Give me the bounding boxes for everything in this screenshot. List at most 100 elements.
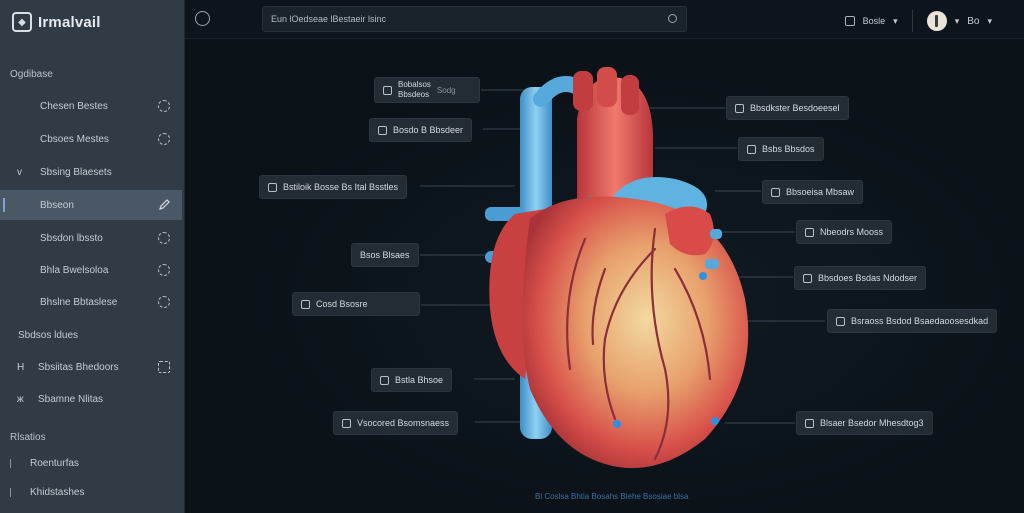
sidebar-item-label: Sbsiitas Bhedoors (38, 361, 119, 373)
sidebar-subitem-2[interactable]: ж Sbamne Nlitas (0, 384, 182, 414)
anatomy-label-9[interactable]: Bbsoeisa Mbsaw (762, 180, 864, 204)
logo-icon: ◆ (12, 12, 32, 32)
label-icon (771, 187, 780, 197)
label-icon (805, 227, 814, 237)
sidebar-bottom-item-0[interactable]: Roenturfas (10, 458, 79, 469)
label-icon (805, 418, 814, 428)
label-text: Blsaer Bsedor Mhesdtog3 (820, 418, 924, 428)
app-logo[interactable]: ◆ Irmalvail (12, 12, 101, 32)
label-icon (803, 273, 812, 283)
anatomy-label-5[interactable]: Bstla Bhsoe (371, 368, 453, 392)
sidebar-item-label: Sbsing Blaesets (40, 166, 112, 178)
hash-icon: H (17, 361, 25, 373)
bar-icon (10, 459, 14, 468)
label-text: Bsraoss Bsdod Bsaedaoosesdkad (851, 316, 989, 326)
sidebar-item-label: Bbseon (40, 199, 74, 211)
settings-icon (158, 232, 170, 244)
globe-icon[interactable] (195, 11, 210, 26)
label-icon (268, 182, 277, 192)
sidebar-item-6[interactable]: Bhslne Bbtaslese (0, 287, 182, 317)
sidebar-item-2[interactable]: v Sbsing Blaesets (0, 157, 182, 187)
anatomy-label-1[interactable]: Bosdo B Bbsdeer (369, 118, 473, 142)
sidebar-item-5[interactable]: Bhla Bwelsoloa (0, 255, 182, 285)
anatomy-label-3[interactable]: Bsos Blsaes (351, 243, 419, 267)
sidebar-item-label: Sbdsos ldues (18, 329, 79, 341)
sidebar-bottom-item-1[interactable]: Khidstashes (10, 487, 84, 498)
sidebar-item-label: Bhla Bwelsoloa (40, 264, 109, 276)
label-text: Cosd Bsosre (316, 299, 368, 309)
label-text: Bstiloik Bosse Bs Ital Bsstles (283, 182, 399, 192)
bar-icon (10, 488, 14, 497)
chevron-down-icon[interactable]: ▾ (955, 16, 960, 27)
anatomy-viewer[interactable]: Bobalsos Bbsdeos Sodg Bosdo B Bbsdeer Bs… (185, 39, 1024, 513)
label-text: Bosdo B Bbsdeer (393, 125, 464, 135)
label-icon (380, 375, 389, 385)
search-icon[interactable] (668, 14, 677, 23)
sidebar-item-label: Cbsoes Mestes (40, 133, 109, 145)
model-caption: Bl Coslsa Bhtia Bosahs Blehe Bsosiae bls… (535, 492, 689, 501)
sidebar-section-title: Ogdibase (10, 69, 53, 80)
grid-icon (158, 361, 170, 373)
sidebar-item-label: Sbamne Nlitas (38, 393, 104, 405)
label-text: Bbsdoes Bsdas Ndodser (818, 273, 918, 283)
anatomy-label-13[interactable]: Blsaer Bsedor Mhesdtog3 (796, 411, 933, 435)
sidebar-item-1[interactable]: Cbsoes Mestes (0, 124, 182, 154)
search-text: Eun lOedseae lBestaeir lsinc (271, 14, 387, 24)
sidebar-item-label: Bhslne Bbtaslese (40, 296, 118, 308)
divider (911, 10, 913, 32)
anatomy-label-4[interactable]: Cosd Bsosre (292, 292, 420, 316)
avatar[interactable] (926, 11, 947, 31)
label-icon (747, 144, 756, 154)
anatomy-label-0[interactable]: Bobalsos Bbsdeos Sodg (374, 77, 480, 103)
top-right-controls: Bosle ▾ ▾ Bo ▾ (844, 10, 992, 32)
label-text: Nbeodrs Mooss (820, 227, 884, 237)
user-menu-label[interactable]: Bosle (863, 16, 886, 26)
anatomy-label-2[interactable]: Bstiloik Bosse Bs Ital Bsstles (259, 175, 408, 199)
label-text: Vsocored Bsomsnaess (357, 418, 450, 428)
chevron-down-icon[interactable]: ▾ (893, 16, 898, 27)
label-icon (836, 316, 845, 326)
sidebar-item-3[interactable]: Bbseon (0, 190, 182, 220)
workspace-icon[interactable] (844, 16, 855, 26)
anatomy-label-7[interactable]: Bbsdkster Besdoeesel (726, 96, 849, 120)
anatomy-label-11[interactable]: Bbsdoes Bsdas Ndodser (794, 266, 927, 290)
search-input[interactable]: Eun lOedseae lBestaeir lsinc (262, 6, 687, 32)
sidebar-item-0[interactable]: Chesen Bestes (0, 91, 182, 121)
label-icon (735, 103, 744, 113)
label-text: Bsbs Bbsdos (762, 144, 815, 154)
sidebar-item-4[interactable]: Sbsdon lbssto (0, 223, 182, 253)
sidebar-item-label: Roenturfas (30, 458, 79, 469)
sidebar: ◆ Irmalvail Ogdibase Chesen Bestes Cbsoe… (0, 0, 185, 513)
settings-icon (158, 264, 170, 276)
notifications-counter[interactable]: Bo (967, 16, 979, 27)
label-text: Bstla Bhsoe (395, 375, 444, 385)
sidebar-subitem-0[interactable]: Sbdsos ldues (0, 320, 182, 350)
sidebar-subitem-1[interactable]: H Sbsiitas Bhedoors (0, 352, 182, 382)
anatomy-label-6[interactable]: Vsocored Bsomsnaess (333, 411, 459, 435)
sidebar-item-label: Sbsdon lbssto (40, 232, 103, 244)
anatomy-label-10[interactable]: Nbeodrs Mooss (796, 220, 893, 244)
label-icon (342, 418, 351, 428)
label-text: Bobalsos Bbsdeos (398, 80, 431, 99)
settings-icon (158, 100, 170, 112)
label-text: Bbsoeisa Mbsaw (786, 187, 855, 197)
label-icon (301, 299, 310, 309)
label-suffix: Sodg (436, 85, 456, 95)
settings-icon (158, 133, 170, 145)
sidebar-item-label: Khidstashes (30, 487, 85, 498)
sidebar-section-title: Rlsatios (10, 432, 46, 443)
label-icon (383, 85, 392, 95)
chevron-down-icon: v (17, 166, 22, 178)
star-icon: ж (17, 393, 24, 405)
anatomy-label-8[interactable]: Bsbs Bbsdos (738, 137, 824, 161)
anatomy-label-12[interactable]: Bsraoss Bsdod Bsaedaoosesdkad (827, 309, 998, 333)
sidebar-item-label: Chesen Bestes (40, 100, 108, 112)
top-bar: Eun lOedseae lBestaeir lsinc Bosle ▾ ▾ B… (185, 0, 1024, 39)
label-text: Bbsdkster Besdoeesel (750, 103, 840, 113)
label-icon (378, 125, 387, 135)
edit-icon[interactable] (158, 199, 170, 211)
settings-icon (158, 296, 170, 308)
chevron-down-icon[interactable]: ▾ (987, 16, 992, 27)
label-text: Bsos Blsaes (360, 250, 410, 260)
logo-text: Irmalvail (38, 13, 101, 31)
